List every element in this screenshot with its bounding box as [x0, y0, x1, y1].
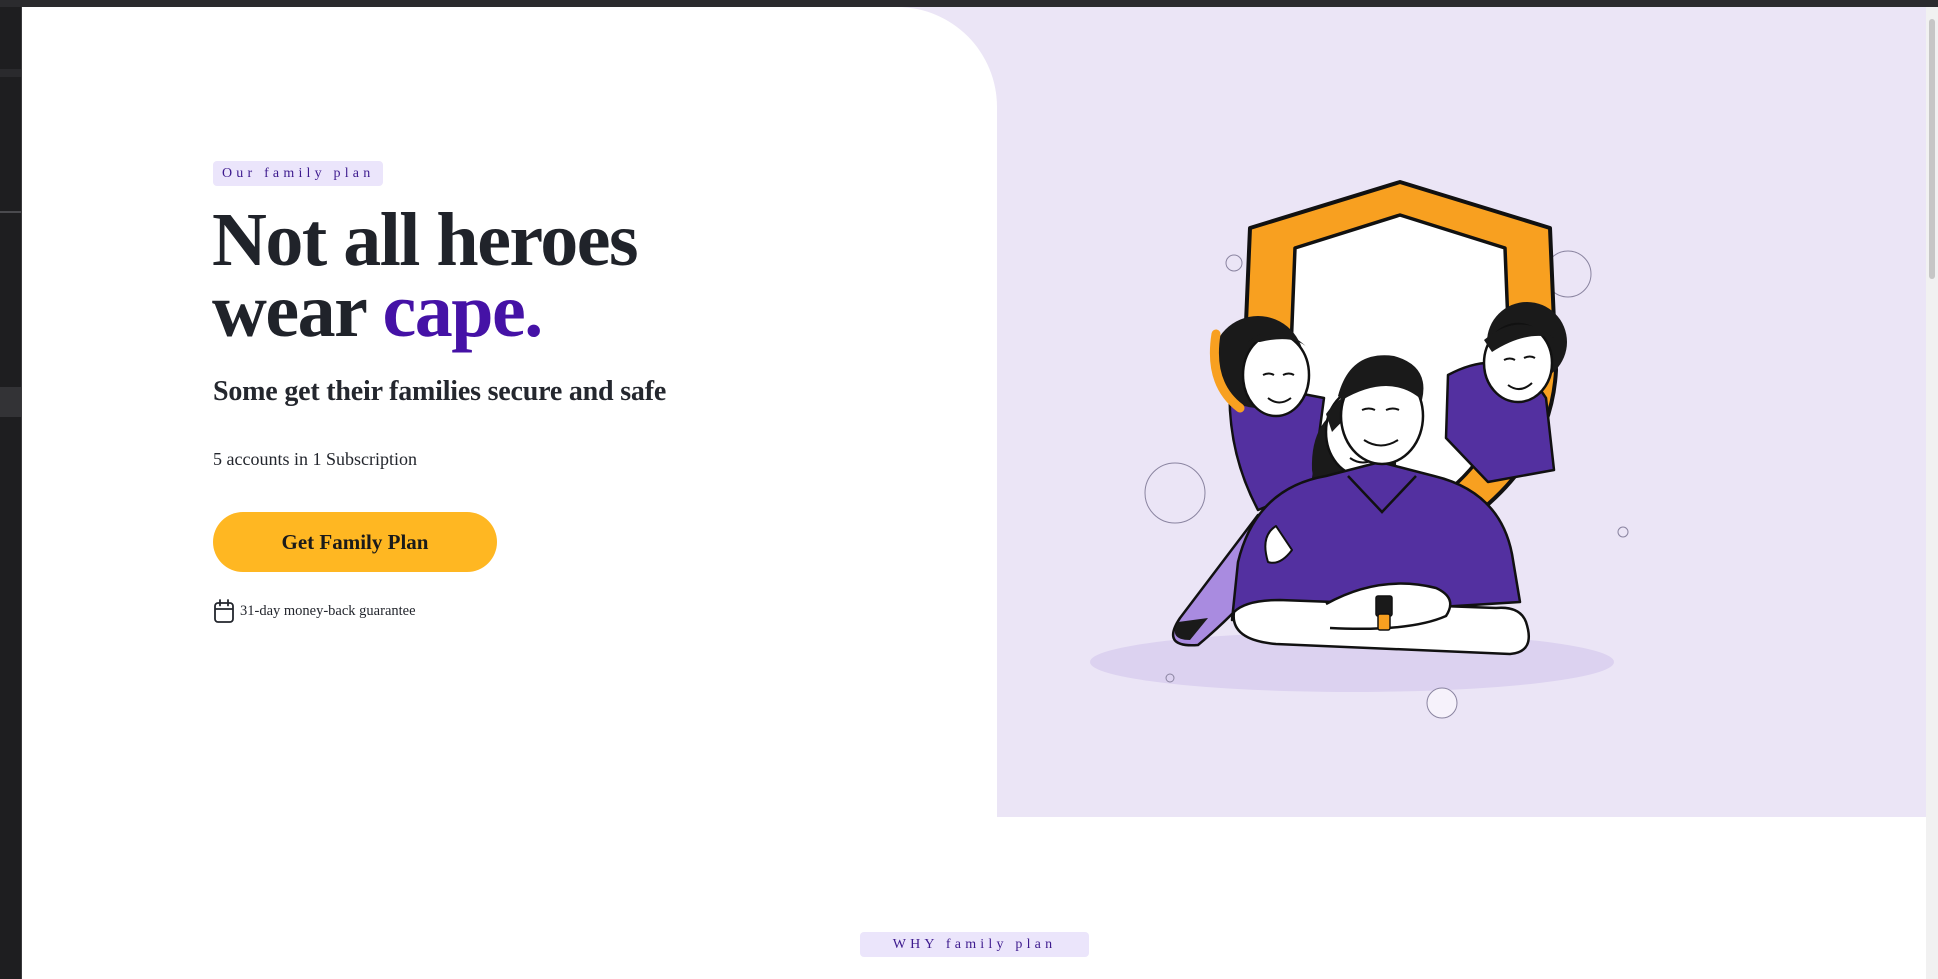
why-family-plan-eyebrow: WHY family plan: [860, 932, 1089, 957]
headline-line-2-prefix: wear: [212, 269, 383, 353]
calendar-icon: [213, 598, 235, 624]
hero-subheading: Some get their families secure and safe: [213, 376, 667, 407]
get-family-plan-button[interactable]: Get Family Plan: [213, 512, 497, 572]
guarantee-text: 31-day money-back guarantee: [240, 602, 416, 619]
accounts-info: 5 accounts in 1 Subscription: [213, 449, 417, 469]
headline-accent-word: cape.: [382, 269, 543, 353]
money-back-guarantee: 31-day money-back guarantee: [213, 598, 416, 624]
left-panel-active-item[interactable]: [0, 387, 22, 417]
scrollbar-thumb[interactable]: [1929, 19, 1935, 279]
family-with-shield-illustration: [1080, 170, 1640, 730]
hero-text-panel: [22, 7, 997, 817]
page-scrollbar[interactable]: [1926, 7, 1938, 979]
browser-top-bar: [0, 0, 1938, 7]
hero-headline: Not all heroes wear cape.: [212, 202, 639, 349]
left-dark-panel: [0, 7, 22, 979]
family-plan-eyebrow: Our family plan: [213, 161, 384, 186]
left-panel-segment: [0, 69, 22, 77]
left-panel-divider: [0, 211, 22, 213]
